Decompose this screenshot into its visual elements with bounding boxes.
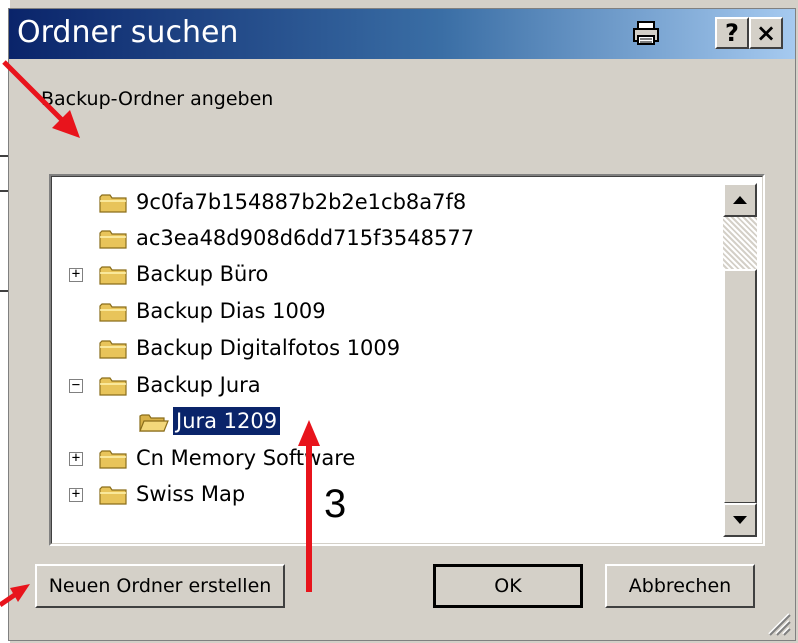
scroll-up-button[interactable]	[723, 183, 757, 217]
title-bar[interactable]: Ordner suchen ? ×	[9, 9, 795, 59]
folder-icon	[99, 375, 129, 397]
arrow-up-icon	[733, 196, 747, 204]
folder-icon	[99, 192, 129, 214]
tree-item[interactable]: Backup Digitalfotos 1009	[51, 332, 711, 366]
scrollbar-track[interactable]	[723, 217, 757, 269]
tree-item[interactable]: − Backup Jura	[51, 369, 711, 403]
tree-item-label: 9c0fa7b154887b2b2e1cb8a7f8	[136, 190, 467, 214]
tree-item-label: Cn Memory Software	[136, 446, 356, 470]
folder-icon	[99, 338, 129, 360]
tree-item[interactable]: + Backup Büro	[51, 258, 711, 292]
folder-icon	[99, 301, 129, 323]
folder-icon	[99, 228, 129, 250]
tree-item[interactable]: + Swiss Map	[51, 478, 711, 512]
close-button[interactable]: ×	[749, 17, 783, 49]
tree-item-label: Backup Jura	[136, 373, 261, 397]
tree-item-label: Backup Dias 1009	[136, 299, 326, 323]
folder-icon	[99, 448, 129, 470]
ok-label: OK	[494, 575, 522, 597]
scroll-down-button[interactable]	[723, 503, 757, 537]
folder-open-icon	[139, 411, 169, 433]
tree-item[interactable]: Jura 1209	[51, 405, 711, 439]
tree-item[interactable]: + Cn Memory Software	[51, 442, 711, 476]
folder-icon	[99, 484, 129, 506]
new-folder-button[interactable]: Neuen Ordner erstellen	[35, 564, 285, 608]
scrollbar-thumb[interactable]	[723, 269, 757, 504]
vertical-scrollbar[interactable]	[723, 183, 757, 537]
close-icon: ×	[755, 19, 777, 47]
tree-item[interactable]: ac3ea48d908d6dd715f3548577	[51, 222, 711, 256]
annotation-arrow-prompt	[2, 60, 80, 138]
tree-item-label: Backup Büro	[136, 262, 269, 286]
tree-item[interactable]: Backup Dias 1009	[51, 295, 711, 329]
help-icon: ?	[725, 19, 739, 47]
new-folder-label: Neuen Ordner erstellen	[48, 575, 272, 597]
collapse-icon[interactable]: −	[69, 378, 83, 393]
expand-icon[interactable]: +	[69, 451, 83, 466]
annotation-arrow-new-folder	[0, 584, 30, 608]
folder-tree[interactable]: 9c0fa7b154887b2b2e1cb8a7f8 ac3ea48d908d6d…	[49, 174, 765, 546]
annotation-number: 3	[324, 482, 347, 526]
expand-icon[interactable]: +	[69, 487, 83, 502]
help-button[interactable]: ?	[715, 17, 749, 49]
printer-icon[interactable]	[629, 17, 663, 49]
arrow-down-icon	[733, 516, 747, 524]
tree-item-label: Backup Digitalfotos 1009	[136, 336, 401, 360]
ok-button[interactable]: OK	[433, 564, 583, 608]
folder-browse-dialog: Ordner suchen ? × Backup-Ordner angeben …	[8, 8, 796, 641]
resize-grip-icon[interactable]	[765, 610, 791, 636]
tree-item[interactable]: 9c0fa7b154887b2b2e1cb8a7f8	[51, 186, 711, 220]
tree-item-label: ac3ea48d908d6dd715f3548577	[136, 226, 475, 250]
tree-item-label: Jura 1209	[171, 406, 282, 436]
expand-icon[interactable]: +	[69, 267, 83, 282]
annotation-arrow-selected	[298, 420, 320, 592]
cancel-button[interactable]: Abbrechen	[605, 564, 755, 608]
tree-item-label: Swiss Map	[136, 482, 246, 506]
folder-icon	[99, 264, 129, 286]
cancel-label: Abbrechen	[628, 575, 732, 597]
